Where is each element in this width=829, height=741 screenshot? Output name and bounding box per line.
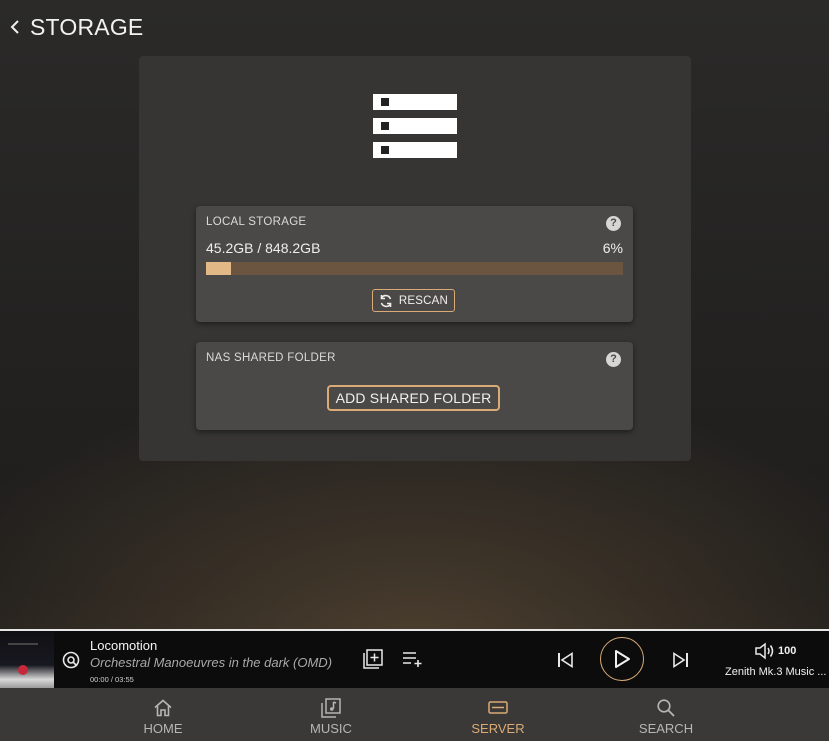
rescan-button[interactable]: RESCAN [372, 289, 455, 312]
local-storage-title: LOCAL STORAGE [206, 216, 307, 228]
nav-music-label: MUSIC [310, 721, 352, 736]
storage-usage: 45.2GB / 848.2GB [206, 240, 321, 256]
bottom-navigation: HOME MUSIC SERVER SEARCH [0, 688, 829, 741]
playlist-add-icon [403, 652, 422, 667]
server-icon [488, 701, 508, 714]
storage-drives-icon [373, 94, 457, 158]
nav-home-label: HOME [143, 721, 183, 736]
nav-home[interactable]: HOME [108, 688, 218, 741]
skip-next-icon [673, 652, 688, 668]
album-art[interactable] [0, 631, 54, 688]
back-button[interactable] [8, 14, 22, 40]
add-shared-folder-button[interactable]: ADD SHARED FOLDER [327, 385, 500, 411]
volume-button[interactable] [754, 641, 776, 661]
refresh-icon [380, 294, 392, 307]
nav-server[interactable]: SERVER [443, 688, 553, 741]
local-storage-panel: LOCAL STORAGE ? 45.2GB / 848.2GB 6% RESC… [196, 206, 633, 322]
skip-previous-icon [558, 652, 573, 668]
play-button[interactable] [600, 637, 644, 681]
audio-quality-icon[interactable] [62, 651, 80, 669]
storage-progress-bar [206, 262, 623, 275]
page-title: STORAGE [30, 14, 144, 40]
volume-icon [755, 642, 774, 660]
home-icon [154, 699, 172, 717]
add-box-icon [363, 649, 383, 669]
next-track-button[interactable] [669, 649, 691, 671]
storage-percent: 6% [602, 240, 623, 256]
queue-add-button[interactable] [401, 649, 425, 669]
now-playing-bar: Locomotion Orchestral Manoeuvres in the … [0, 629, 829, 688]
nav-search[interactable]: SEARCH [611, 688, 721, 741]
music-library-icon [321, 698, 341, 718]
help-icon[interactable]: ? [606, 216, 621, 231]
storage-card: LOCAL STORAGE ? 45.2GB / 848.2GB 6% RESC… [139, 56, 691, 461]
nav-search-label: SEARCH [638, 721, 694, 736]
output-device-name[interactable]: Zenith Mk.3 Music ... [725, 666, 827, 678]
nav-server-label: SERVER [471, 721, 525, 736]
track-time: 00:00 / 03:55 [90, 675, 134, 684]
top-bar: STORAGE [0, 0, 829, 56]
play-icon [615, 650, 630, 668]
volume-value: 100 [778, 645, 797, 657]
nas-shared-folder-panel: NAS SHARED FOLDER ? ADD SHARED FOLDER [196, 342, 633, 430]
add-to-playlist-button[interactable] [362, 648, 384, 670]
track-artist[interactable]: Orchestral Manoeuvres in the dark (OMD) [90, 655, 332, 670]
chevron-left-icon [10, 20, 19, 34]
track-title[interactable]: Locomotion [90, 638, 157, 653]
rescan-label: RESCAN [398, 294, 449, 307]
search-icon [657, 699, 675, 717]
storage-progress-fill [206, 262, 232, 275]
previous-track-button[interactable] [555, 649, 577, 671]
help-icon[interactable]: ? [606, 352, 621, 367]
add-shared-folder-label: ADD SHARED FOLDER [335, 390, 492, 406]
nas-title: NAS SHARED FOLDER [206, 352, 336, 364]
nav-music[interactable]: MUSIC [276, 688, 386, 741]
